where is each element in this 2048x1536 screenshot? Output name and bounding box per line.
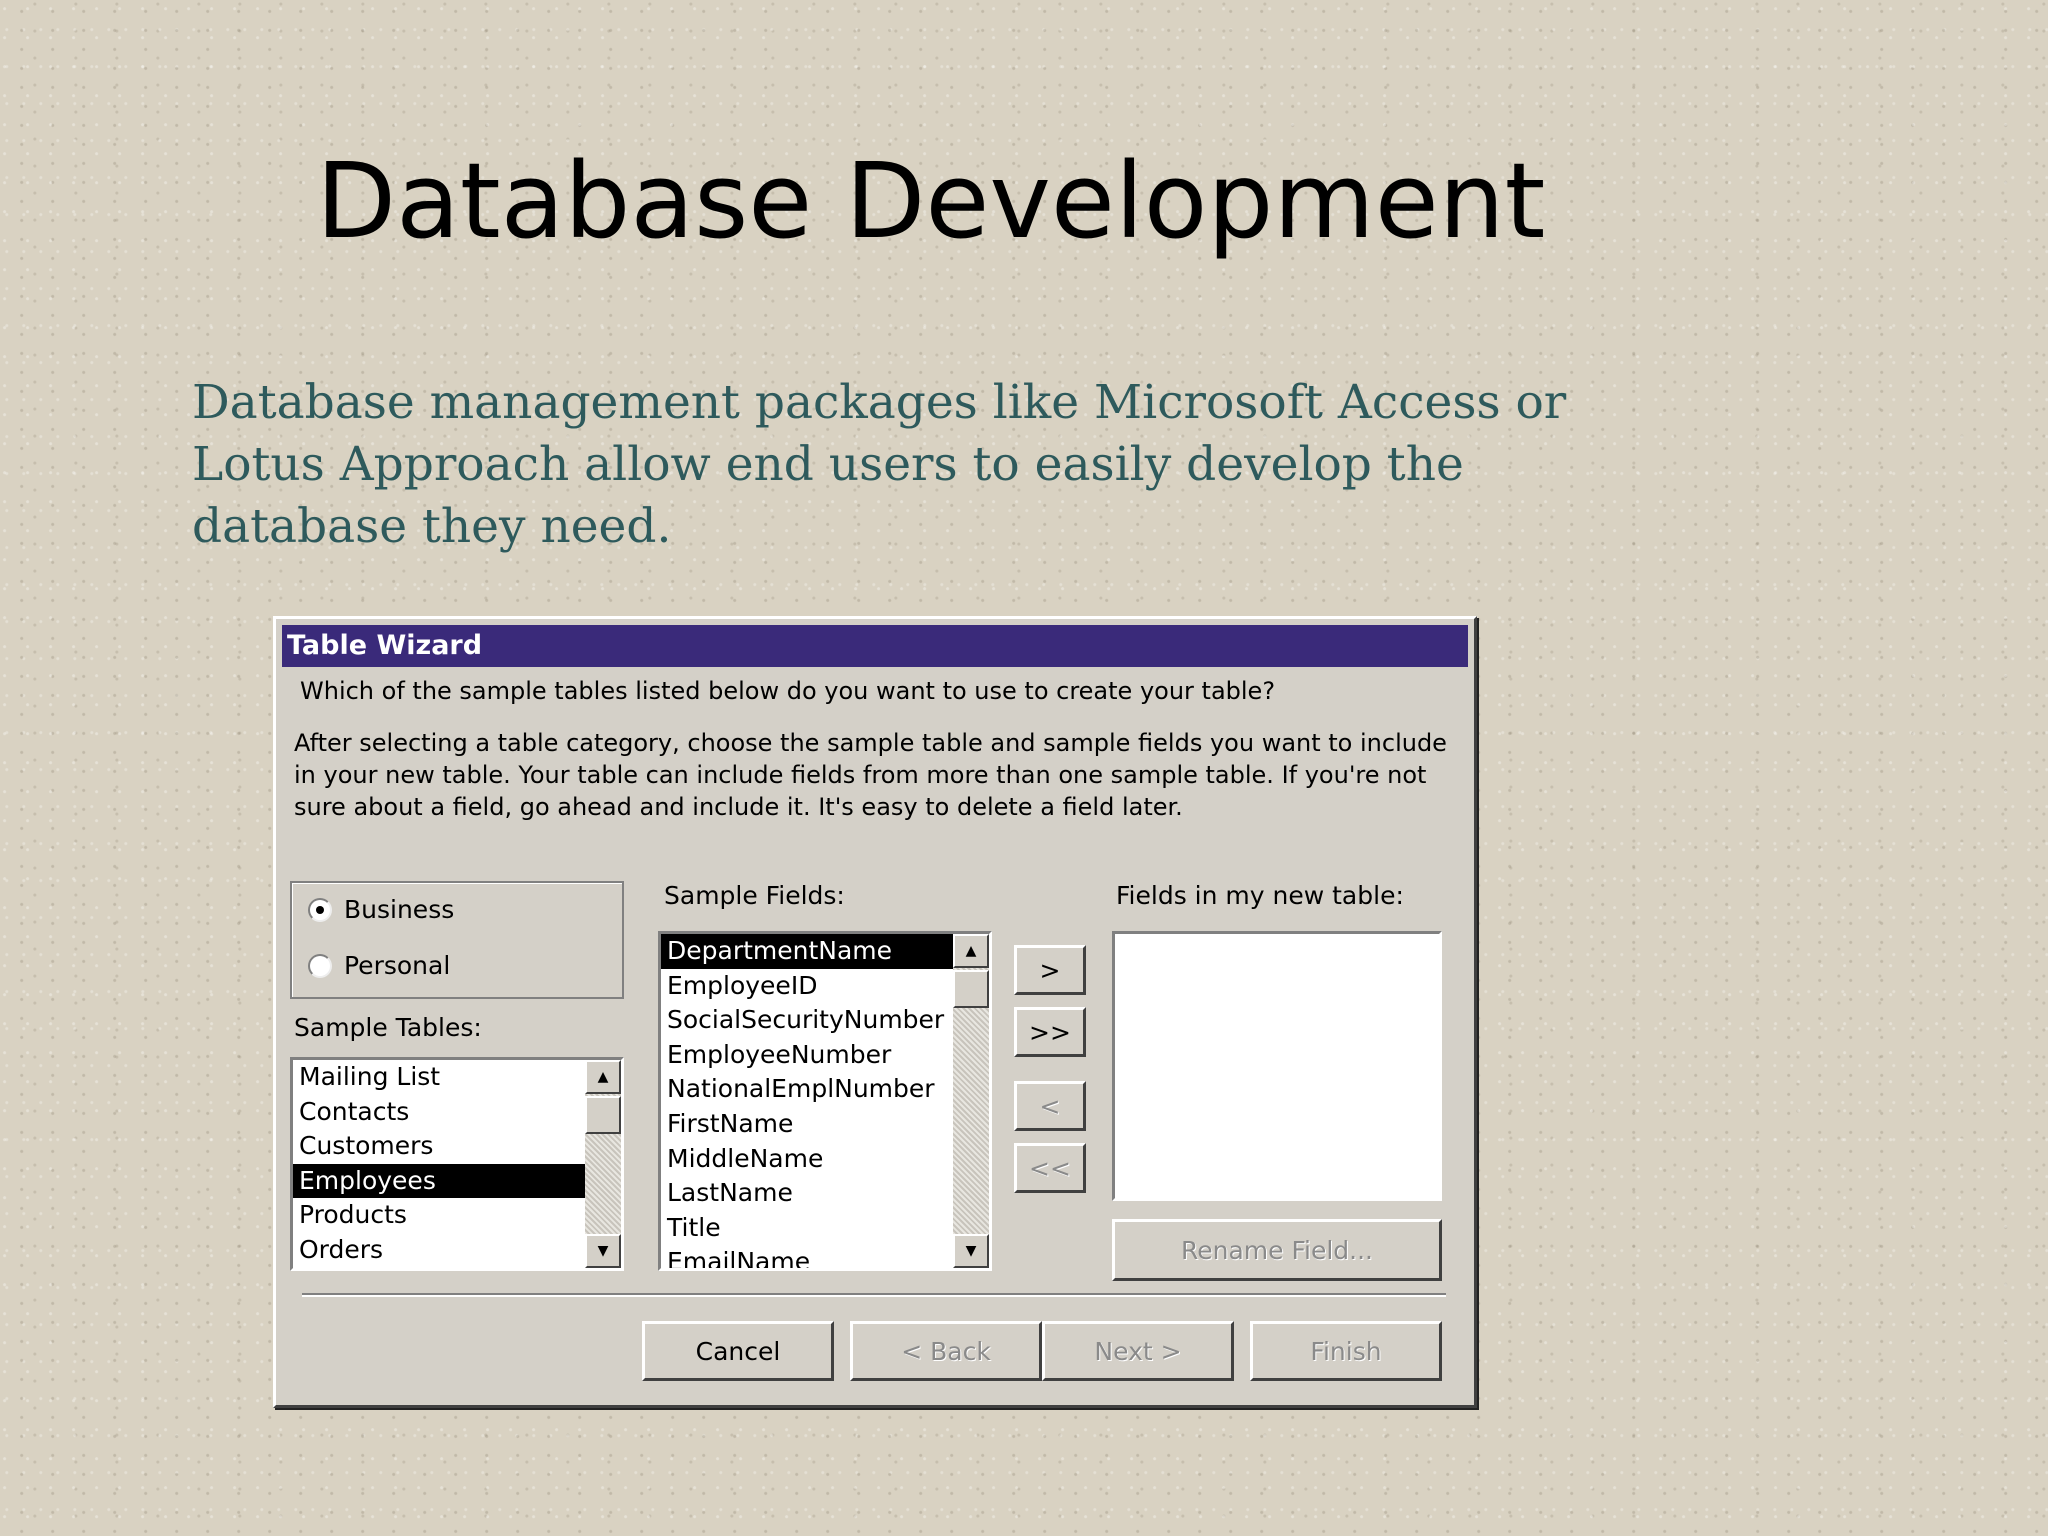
scroll-thumb[interactable] xyxy=(585,1096,621,1134)
scroll-down-arrow-icon[interactable]: ▼ xyxy=(585,1234,621,1268)
scroll-up-arrow-icon[interactable]: ▲ xyxy=(585,1060,621,1094)
scroll-down-arrow-icon[interactable]: ▼ xyxy=(953,1234,989,1268)
radio-button-checked[interactable] xyxy=(308,897,332,922)
radio-personal-label: Personal xyxy=(344,951,451,980)
dialog-titlebar[interactable]: Table Wizard xyxy=(282,625,1468,667)
list-item[interactable]: EmailName xyxy=(661,1245,953,1268)
list-item[interactable]: LastName xyxy=(661,1176,953,1211)
rename-field-button[interactable]: Rename Field... xyxy=(1112,1219,1442,1281)
add-all-fields-button[interactable]: >> xyxy=(1014,1007,1086,1057)
sample-fields-listbox[interactable]: DepartmentName EmployeeID SocialSecurity… xyxy=(658,931,992,1271)
radio-personal[interactable]: Personal xyxy=(308,951,450,980)
new-table-fields-listbox[interactable] xyxy=(1112,931,1442,1201)
list-item[interactable]: EmployeeNumber xyxy=(661,1038,953,1073)
list-item[interactable]: Customers xyxy=(293,1129,585,1164)
list-item[interactable]: SocialSecurityNumber xyxy=(661,1003,953,1038)
next-button[interactable]: Next > xyxy=(1042,1321,1234,1381)
sample-tables-label: Sample Tables: xyxy=(294,1013,482,1042)
scroll-up-arrow-icon[interactable]: ▲ xyxy=(953,934,989,968)
radio-business[interactable]: Business xyxy=(308,895,454,924)
category-groupbox: Business Personal xyxy=(290,881,624,999)
list-item[interactable]: Title xyxy=(661,1211,953,1246)
scroll-thumb[interactable] xyxy=(953,970,989,1008)
list-item[interactable]: NationalEmplNumber xyxy=(661,1072,953,1107)
scrollbar[interactable]: ▲ ▼ xyxy=(953,934,989,1268)
sample-tables-listbox[interactable]: Mailing List Contacts Customers Employee… xyxy=(290,1057,624,1271)
remove-all-fields-button[interactable]: << xyxy=(1014,1143,1086,1193)
cancel-button[interactable]: Cancel xyxy=(642,1321,834,1381)
list-item[interactable]: Contacts xyxy=(293,1095,585,1130)
add-field-button[interactable]: > xyxy=(1014,945,1086,995)
list-item[interactable]: EmployeeID xyxy=(661,969,953,1004)
remove-field-button[interactable]: < xyxy=(1014,1081,1086,1131)
list-item[interactable]: Orders xyxy=(293,1233,585,1268)
radio-business-label: Business xyxy=(344,895,455,924)
list-item[interactable]: MiddleName xyxy=(661,1142,953,1177)
finish-button[interactable]: Finish xyxy=(1250,1321,1442,1381)
sample-fields-label: Sample Fields: xyxy=(664,881,845,910)
wizard-question: Which of the sample tables listed below … xyxy=(300,677,1276,705)
slide-body-text: Database management packages like Micros… xyxy=(192,375,1567,554)
wizard-instructions: After selecting a table category, choose… xyxy=(294,729,1447,821)
footer-separator xyxy=(302,1293,1446,1297)
list-item-selected[interactable]: Employees xyxy=(293,1163,585,1199)
list-item[interactable]: FirstName xyxy=(661,1107,953,1142)
slide-title: Database Development xyxy=(316,140,1546,262)
list-item[interactable]: Mailing List xyxy=(293,1060,585,1095)
back-button[interactable]: < Back xyxy=(850,1321,1042,1381)
scrollbar[interactable]: ▲ ▼ xyxy=(585,1060,621,1268)
radio-button-unchecked[interactable] xyxy=(308,953,332,978)
new-table-fields-label: Fields in my new table: xyxy=(1116,881,1404,910)
table-wizard-dialog: Table Wizard Which of the sample tables … xyxy=(273,616,1477,1408)
list-item[interactable]: Products xyxy=(293,1198,585,1233)
list-item-selected[interactable]: DepartmentName xyxy=(661,934,953,969)
